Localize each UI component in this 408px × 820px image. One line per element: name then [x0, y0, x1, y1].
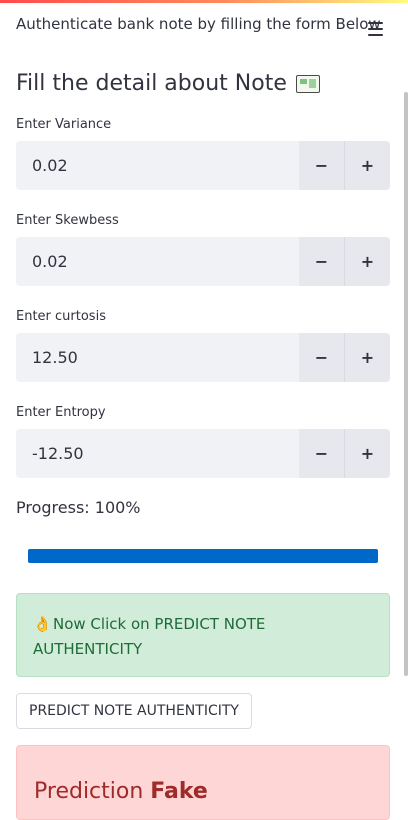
form-title-text: Fill the detail about Note: [16, 71, 287, 96]
variance-increment-button[interactable]: +: [345, 141, 390, 190]
header-title: Authenticate bank note by filling the fo…: [16, 15, 381, 33]
form-title: Fill the detail about Note: [16, 71, 320, 96]
variance-label: Enter Variance: [16, 117, 112, 132]
curtosis-increment-button[interactable]: +: [345, 333, 390, 382]
variance-decrement-button[interactable]: −: [299, 141, 345, 190]
progress-bar-fill: [28, 549, 378, 563]
entropy-decrement-button[interactable]: −: [299, 429, 345, 478]
success-alert: 👌Now Click on PREDICT NOTE AUTHENTICITY: [16, 593, 390, 677]
prediction-value: Fake: [150, 779, 208, 804]
skewness-value[interactable]: 0.02: [16, 237, 299, 286]
prediction-prefix: Prediction: [34, 779, 144, 804]
entropy-input[interactable]: -12.50 − +: [16, 429, 390, 478]
skewness-input[interactable]: 0.02 − +: [16, 237, 390, 286]
money-note-icon: [295, 74, 320, 93]
curtosis-input[interactable]: 12.50 − +: [16, 333, 390, 382]
success-text: Now Click on PREDICT NOTE AUTHENTICITY: [33, 615, 266, 658]
curtosis-value[interactable]: 12.50: [16, 333, 299, 382]
ok-hand-icon: 👌: [33, 615, 52, 633]
skewness-decrement-button[interactable]: −: [299, 237, 345, 286]
entropy-increment-button[interactable]: +: [345, 429, 390, 478]
skewness-label: Enter Skewbess: [16, 213, 119, 228]
curtosis-decrement-button[interactable]: −: [299, 333, 345, 382]
entropy-value[interactable]: -12.50: [16, 429, 299, 478]
progress-text: Progress: 100%: [16, 498, 141, 517]
predict-note-authenticity-button[interactable]: PREDICT NOTE AUTHENTICITY: [16, 693, 252, 729]
top-decoration-bar: [0, 0, 408, 3]
scrollbar[interactable]: [404, 92, 408, 676]
skewness-increment-button[interactable]: +: [345, 237, 390, 286]
prediction-result: Prediction Fake: [16, 745, 390, 820]
entropy-label: Enter Entropy: [16, 405, 106, 420]
progress-bar: [28, 549, 378, 563]
variance-input[interactable]: 0.02 − +: [16, 141, 390, 190]
variance-value[interactable]: 0.02: [16, 141, 299, 190]
curtosis-label: Enter curtosis: [16, 309, 106, 324]
hamburger-menu-icon[interactable]: [368, 22, 383, 36]
